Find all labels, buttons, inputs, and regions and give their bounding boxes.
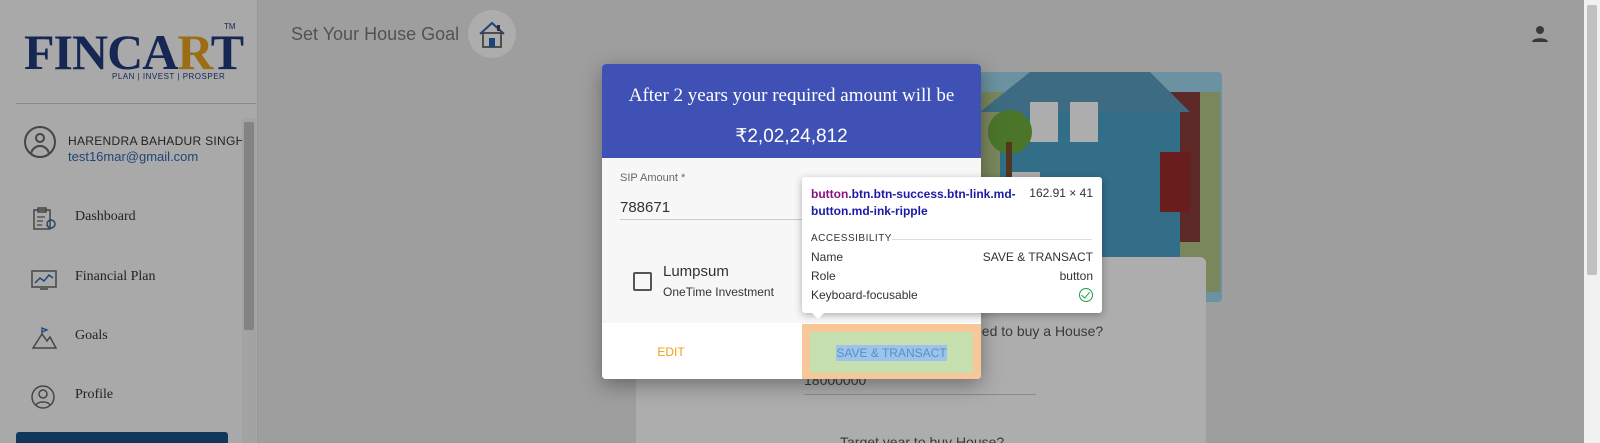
save-and-transact-button[interactable]: SAVE & TRANSACT [810, 332, 973, 373]
tooltip-arrow [810, 311, 826, 319]
required-amount: ₹2,02,24,812 [735, 126, 848, 147]
lumpsum-sublabel: OneTime Investment [663, 285, 774, 299]
dialog-title: After 2 years your required amount will … [628, 85, 955, 106]
element-selector: button.btn.btn-success.btn-link.md-butto… [811, 187, 1016, 218]
section-divider [892, 239, 1092, 240]
check-circle-icon [1079, 288, 1093, 302]
save-button-label: SAVE & TRANSACT [836, 344, 947, 361]
lumpsum-checkbox[interactable] [633, 272, 652, 291]
element-dimensions: 162.91 × 41 [1029, 186, 1093, 200]
accessibility-heading: ACCESSIBILITY [811, 233, 892, 244]
dialog-actions: EDIT SAVE & TRANSACT [602, 323, 981, 379]
edit-button[interactable]: EDIT [622, 335, 720, 369]
devtools-inspect-tooltip: button.btn.btn-success.btn-link.md-butto… [802, 177, 1102, 313]
tooltip-row-name: Name SAVE & TRANSACT [811, 250, 1093, 264]
sip-amount-label: SIP Amount * [620, 172, 686, 184]
dialog-header: After 2 years your required amount will … [602, 64, 981, 158]
tooltip-row-focusable: Keyboard-focusable [811, 288, 1093, 306]
lumpsum-label: Lumpsum [663, 263, 729, 280]
page-scrollbar[interactable] [1584, 0, 1600, 443]
sip-amount-input[interactable] [620, 196, 810, 220]
tooltip-row-role: Role button [811, 269, 1093, 283]
